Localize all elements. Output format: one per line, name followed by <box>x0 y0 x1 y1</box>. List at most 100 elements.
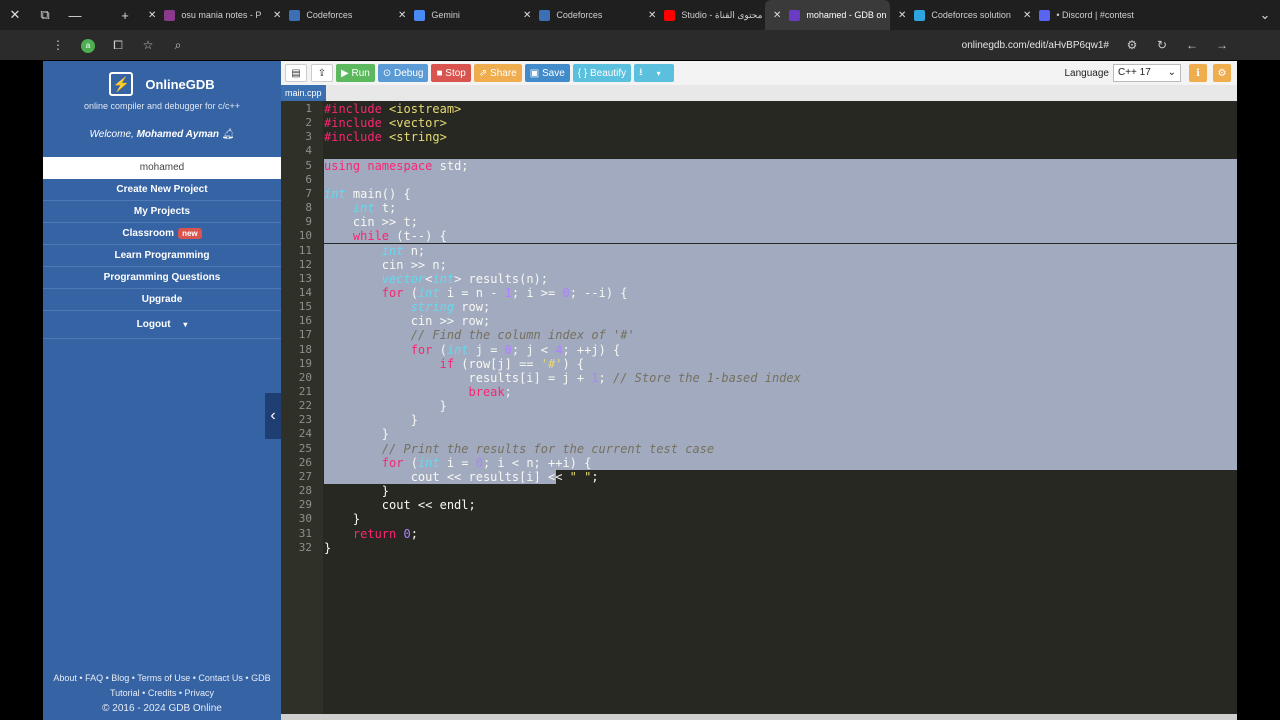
sidebar-item-my-projects[interactable]: My Projects <box>43 201 281 223</box>
restore-window-icon[interactable]: ⧉ <box>30 0 60 30</box>
url-text[interactable]: onlinegdb.com/edit/aHvBP6qw1# <box>962 40 1109 51</box>
code-line[interactable]: 8 int t; <box>281 201 1237 216</box>
tab-label: Gemini <box>431 10 460 20</box>
close-tab-icon[interactable]: ✕ <box>898 10 906 21</box>
sidebar-item-create-project[interactable]: Create New Project <box>43 179 281 201</box>
code-editor[interactable]: 1 #include <iostream> 2 #include <vector> 3 #… <box>281 101 1237 715</box>
new-file-icon[interactable]: ▤ <box>285 64 307 82</box>
browser-tab[interactable]: ✕ osu mania notes - P <box>140 0 265 30</box>
code-line[interactable]: 14 for (int i = n - 1; i >= 0; --i) { <box>281 285 1237 301</box>
line-number: 9 <box>305 215 312 229</box>
close-tab-icon[interactable]: ✕ <box>648 10 656 21</box>
code-line[interactable]: 16 cin >> row; <box>281 314 1237 329</box>
collapse-sidebar-icon[interactable]: ‹ <box>265 393 281 439</box>
code-line[interactable]: 32} <box>281 541 1237 555</box>
share-button[interactable]: ⇗ Share <box>473 64 522 82</box>
line-number: 30 <box>298 512 312 526</box>
footer-links-2[interactable]: Tutorial • Credits • Privacy <box>43 686 281 701</box>
code-line[interactable]: 31 return 0; <box>281 527 1237 541</box>
line-number: 17 <box>298 328 312 342</box>
menu-dots-icon[interactable]: ⋮ <box>43 38 73 52</box>
stop-button[interactable]: ■ Stop <box>431 64 471 82</box>
settings-gear-icon[interactable]: ⚙ <box>1213 64 1231 82</box>
upload-file-icon[interactable]: ⇪ <box>311 64 333 82</box>
code-line[interactable]: 3 #include <string> <box>281 130 1237 144</box>
brand[interactable]: ⚡ OnlineGDB <box>43 72 281 96</box>
code-line[interactable]: 12 cin >> n; <box>281 257 1237 272</box>
close-tab-icon[interactable]: ✕ <box>1023 10 1031 21</box>
code-line[interactable]: 2 #include <vector> <box>281 116 1237 130</box>
line-number: 29 <box>298 498 312 512</box>
code-text: for (int i = n - 1; i >= 0; --i) { <box>381 285 628 300</box>
code-line[interactable]: 17 // Find the column index of '#' <box>281 328 1237 343</box>
code-line[interactable]: 6 <box>281 172 1237 187</box>
back-icon[interactable]: ← <box>1177 38 1207 52</box>
site-settings-icon[interactable]: ⚙ <box>1117 38 1147 52</box>
code-line[interactable]: 18 for (int j = 0; j < 4; ++j) { <box>281 342 1237 357</box>
code-line[interactable]: 29 cout << endl; <box>281 498 1237 512</box>
close-tab-icon[interactable]: ✕ <box>273 10 281 21</box>
forward-icon[interactable]: → <box>1207 38 1237 52</box>
minimize-window-icon[interactable]: — <box>60 0 90 30</box>
save-button[interactable]: ▣ Save <box>524 64 570 82</box>
tab-search-icon[interactable]: ⌄ <box>1250 0 1280 30</box>
debug-button[interactable]: ⊙ Debug <box>377 64 429 82</box>
close-tab-icon[interactable]: ✕ <box>398 10 406 21</box>
code-line[interactable]: 26 for (int i = 0; i < n; ++i) { <box>281 455 1237 470</box>
code-line[interactable]: 7 int main() { <box>281 186 1237 202</box>
zoom-icon[interactable]: ⌕ <box>163 38 193 53</box>
close-tab-icon[interactable]: ✕ <box>773 10 781 21</box>
code-line[interactable]: 28 } <box>281 484 1237 498</box>
code-text: break; <box>468 385 512 399</box>
extensions-icon[interactable]: ⧠ <box>103 38 133 53</box>
run-button[interactable]: ▶ Run <box>336 64 375 82</box>
code-line[interactable]: 4 <box>281 144 1237 158</box>
profile-icon[interactable]: a <box>73 37 103 53</box>
sidebar-item-upgrade[interactable]: Upgrade <box>43 289 281 311</box>
bell-icon[interactable]: 🔔︎ <box>222 129 235 140</box>
file-tab-main-cpp[interactable]: main.cpp <box>281 85 326 101</box>
info-icon[interactable]: ℹ <box>1189 64 1207 82</box>
code-line[interactable]: 23 } <box>281 413 1237 428</box>
code-line[interactable]: 13 vector<int> results(n); <box>281 271 1237 286</box>
left-letterbox <box>0 0 43 720</box>
sidebar-item-classroom[interactable]: Classroom new <box>43 223 281 245</box>
language-select[interactable]: C++ 17 ⌄ <box>1113 64 1181 82</box>
browser-tab[interactable]: ✕ Gemini <box>390 0 515 30</box>
close-tab-icon[interactable]: ✕ <box>148 10 156 21</box>
bookmark-star-icon[interactable]: ☆ <box>133 38 163 52</box>
horizontal-scrollbar[interactable] <box>281 714 1237 720</box>
code-line[interactable]: 11 int n; <box>281 243 1237 258</box>
footer-links-1[interactable]: About • FAQ • Blog • Terms of Use • Cont… <box>43 671 281 686</box>
code-line[interactable]: 20 results[i] = j + 1; // Store the 1-ba… <box>281 370 1237 385</box>
sidebar-item-learn-programming[interactable]: Learn Programming <box>43 245 281 267</box>
browser-tab[interactable]: ✕ Studio - محتوى القناة <box>640 0 765 30</box>
code-line[interactable]: 24 } <box>281 427 1237 442</box>
browser-tab[interactable]: ✕ mohamed - GDB on <box>765 0 890 30</box>
close-window-icon[interactable]: ✕ <box>0 0 30 30</box>
beautify-button[interactable]: { } Beautify <box>572 64 632 82</box>
browser-tab[interactable]: ✕ Codeforces <box>265 0 390 30</box>
code-line[interactable]: 19 if (row[j] == '#') { <box>281 356 1237 371</box>
reload-icon[interactable]: ↻ <box>1147 38 1177 52</box>
code-line[interactable]: 9 cin >> t; <box>281 215 1237 230</box>
browser-tab[interactable]: ✕ Codeforces <box>515 0 640 30</box>
sidebar-item-programming-questions[interactable]: Programming Questions <box>43 267 281 289</box>
code-line[interactable]: 30 } <box>281 512 1237 526</box>
code-line[interactable]: 5 using namespace std; <box>281 158 1237 173</box>
code-line[interactable]: 22 } <box>281 399 1237 414</box>
line-number: 20 <box>298 370 312 384</box>
username-row[interactable]: mohamed <box>43 157 281 179</box>
code-line[interactable]: 21 break; <box>281 385 1237 400</box>
close-tab-icon[interactable]: ✕ <box>523 10 531 21</box>
code-line[interactable]: 15 string row; <box>281 300 1237 315</box>
download-button[interactable]: ⭳ ▾ <box>634 64 675 82</box>
logout-button[interactable]: Logout ▾ <box>43 311 281 339</box>
code-line[interactable]: 25 // Print the results for the current … <box>281 441 1237 456</box>
code-line[interactable]: 1 #include <iostream> <box>281 102 1237 116</box>
new-tab-icon[interactable]: + <box>110 0 140 30</box>
browser-tab[interactable]: ✕ • Discord | #contest <box>1015 0 1140 30</box>
browser-tab[interactable]: ✕ Codeforces solution <box>890 0 1015 30</box>
code-line[interactable]: 27 cout << results[i] << " "; <box>281 469 1237 485</box>
code-line[interactable]: 10 while (t--) { <box>281 229 1237 244</box>
